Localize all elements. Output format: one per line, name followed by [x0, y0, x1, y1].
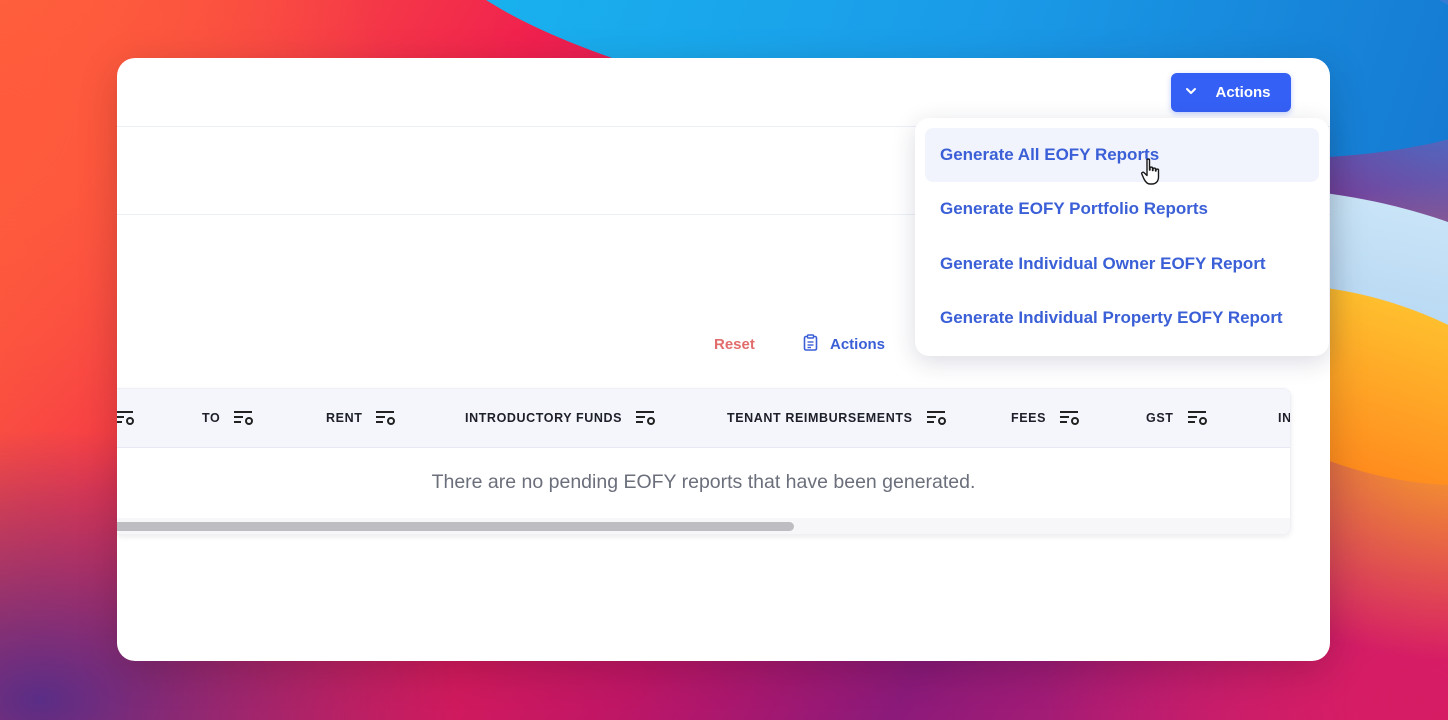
column-header-introductory-funds[interactable]: INTRODUCTORY FUNDS: [465, 389, 658, 447]
horizontal-scrollbar[interactable]: [117, 518, 1290, 534]
filter-settings-icon[interactable]: [634, 407, 658, 430]
column-header-gst[interactable]: GST: [1146, 389, 1210, 447]
chevron-down-icon: [1185, 84, 1197, 101]
column-header-fees[interactable]: FEES: [1011, 389, 1082, 447]
reset-button[interactable]: Reset: [714, 336, 755, 353]
column-header-to[interactable]: TO: [202, 389, 256, 447]
filter-settings-icon[interactable]: [374, 407, 398, 430]
eofy-reports-table: TO RENT INTRODUCTORY FUNDS TENANT REIMBU…: [117, 388, 1291, 535]
column-header-partial[interactable]: IN: [1278, 389, 1290, 447]
column-header-rent[interactable]: RENT: [326, 389, 398, 447]
table-header: TO RENT INTRODUCTORY FUNDS TENANT REIMBU…: [117, 389, 1290, 448]
actions-dropdown-menu: Generate All EOFY Reports Generate EOFY …: [915, 118, 1329, 356]
filter-settings-icon[interactable]: [925, 407, 949, 430]
clipboard-icon: [803, 334, 818, 355]
filter-settings-icon[interactable]: [232, 407, 256, 430]
filter-settings-icon[interactable]: [1186, 407, 1210, 430]
filter-settings-icon[interactable]: [1058, 407, 1082, 430]
table-actions-label: Actions: [830, 336, 886, 353]
column-filter-partial[interactable]: [117, 389, 137, 447]
menu-item-generate-eofy-portfolio-reports[interactable]: Generate EOFY Portfolio Reports: [925, 182, 1319, 236]
empty-state-message: There are no pending EOFY reports that h…: [431, 470, 976, 493]
actions-dropdown-button[interactable]: Actions: [1171, 73, 1291, 112]
menu-item-generate-individual-property-eofy-report[interactable]: Generate Individual Property EOFY Report: [925, 291, 1319, 345]
menu-item-generate-individual-owner-eofy-report[interactable]: Generate Individual Owner EOFY Report: [925, 237, 1319, 291]
actions-button-label: Actions: [1215, 84, 1271, 101]
filter-settings-icon[interactable]: [117, 407, 137, 430]
table-actions-button[interactable]: Actions: [803, 334, 885, 355]
column-header-tenant-reimbursements[interactable]: TENANT REIMBURSEMENTS: [727, 389, 949, 447]
scrollbar-thumb[interactable]: [117, 522, 794, 531]
menu-item-generate-all-eofy-reports[interactable]: Generate All EOFY Reports: [925, 128, 1319, 182]
